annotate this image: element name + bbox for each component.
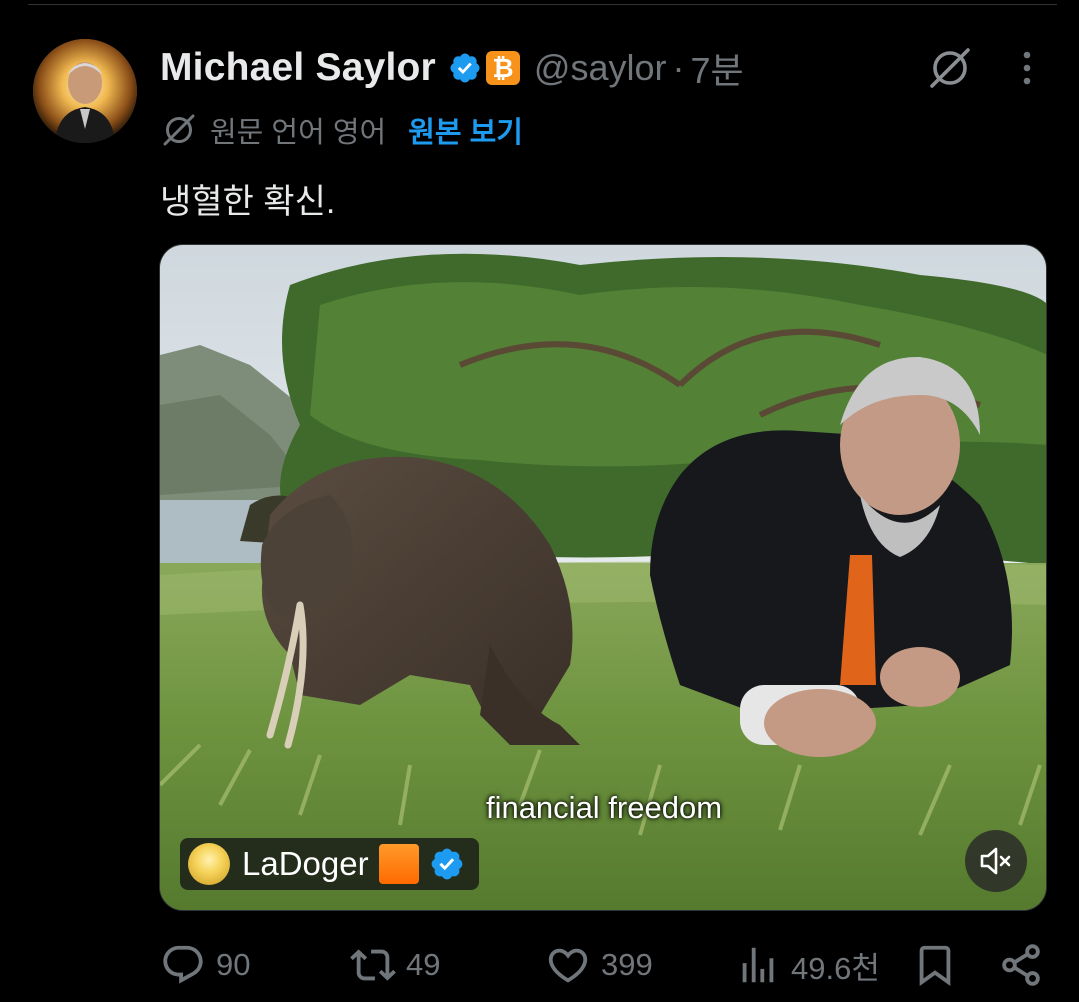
repost-button[interactable]: 49 bbox=[350, 940, 440, 990]
translation-row: 원문 언어 영어 원본 보기 bbox=[160, 110, 523, 150]
reply-icon bbox=[163, 945, 203, 984]
bookmark-icon bbox=[919, 945, 951, 986]
unmute-button[interactable] bbox=[965, 830, 1027, 892]
meta-separator: · bbox=[672, 47, 685, 88]
watermark-name: LaDoger bbox=[242, 845, 369, 882]
top-divider bbox=[28, 4, 1057, 5]
grok-icon[interactable] bbox=[926, 44, 974, 92]
bitcoin-affiliate-badge[interactable]: ₿ bbox=[485, 51, 520, 85]
author-avatar[interactable] bbox=[33, 39, 137, 143]
grok-translate-icon bbox=[163, 114, 195, 146]
repost-icon bbox=[350, 949, 396, 981]
repost-count: 49 bbox=[406, 947, 441, 982]
share-button[interactable] bbox=[998, 940, 1044, 990]
more-options-icon[interactable] bbox=[1010, 46, 1044, 90]
share-icon bbox=[1002, 944, 1040, 986]
avatar-image bbox=[33, 39, 137, 143]
muted-speaker-icon bbox=[980, 847, 1011, 875]
tweet-action-bar: 90 49 399 49.6천 bbox=[160, 940, 1045, 990]
tweet-text: 냉혈한 확신. bbox=[160, 183, 336, 221]
analytics-icon bbox=[742, 947, 774, 983]
translation-language-note: 원문 언어 영어 bbox=[210, 117, 387, 149]
watermark-avatar bbox=[188, 843, 230, 885]
view-count: 49.6천 bbox=[791, 950, 880, 986]
like-button[interactable]: 399 bbox=[545, 940, 653, 990]
verified-badge-icon[interactable] bbox=[448, 51, 482, 85]
tweet-header: Michael Saylor ₿ @saylor · 7분 bbox=[160, 42, 744, 94]
reply-count: 90 bbox=[216, 947, 251, 982]
heart-icon bbox=[548, 948, 588, 983]
author-display-name[interactable]: Michael Saylor bbox=[160, 46, 436, 90]
views-button[interactable]: 49.6천 bbox=[735, 940, 880, 990]
video-watermark: LaDoger bbox=[180, 838, 479, 890]
tweet-timestamp[interactable]: 7분 bbox=[691, 42, 744, 94]
watermark-verified-icon bbox=[431, 848, 462, 880]
reply-button[interactable]: 90 bbox=[160, 940, 250, 990]
orange-square-icon bbox=[378, 844, 419, 884]
like-count: 399 bbox=[601, 947, 653, 982]
author-handle[interactable]: @saylor bbox=[534, 47, 667, 89]
bookmark-button[interactable] bbox=[912, 940, 958, 990]
tweet-video[interactable]: financial freedom LaDoger bbox=[159, 244, 1047, 911]
video-caption: financial freedom bbox=[485, 790, 723, 825]
show-original-link[interactable]: 원본 보기 bbox=[408, 109, 523, 151]
